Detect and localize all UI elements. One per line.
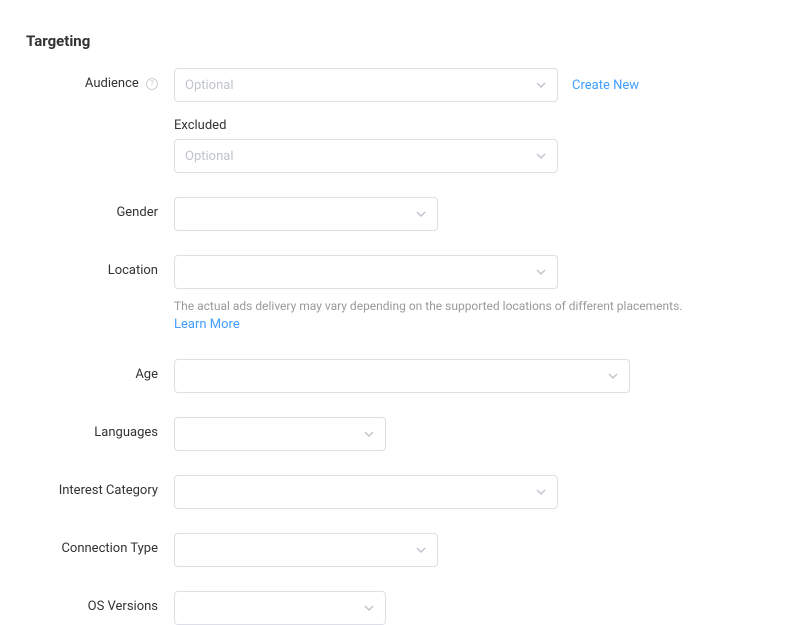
connection-type-label: Connection Type — [24, 533, 174, 556]
location-row: Location The actual ads delivery may var… — [24, 255, 776, 335]
excluded-audience-select[interactable]: Optional — [174, 139, 558, 173]
audience-label-text: Audience — [85, 76, 139, 91]
chevron-down-icon — [607, 370, 619, 382]
gender-row: Gender — [24, 197, 776, 231]
connection-type-controls — [174, 533, 776, 567]
chevron-down-icon — [415, 208, 427, 220]
age-label: Age — [24, 359, 174, 382]
chevron-down-icon — [363, 602, 375, 614]
connection-type-select[interactable] — [174, 533, 438, 567]
gender-select[interactable] — [174, 197, 438, 231]
gender-controls — [174, 197, 776, 231]
location-hint: The actual ads delivery may vary dependi… — [174, 299, 682, 313]
audience-placeholder: Optional — [185, 78, 233, 93]
audience-row: Audience ? Optional Create New Excluded … — [24, 68, 776, 173]
excluded-label: Excluded — [174, 118, 776, 133]
excluded-placeholder: Optional — [185, 149, 233, 164]
chevron-down-icon — [363, 428, 375, 440]
languages-controls — [174, 417, 776, 451]
chevron-down-icon — [535, 150, 547, 162]
help-icon[interactable]: ? — [146, 78, 158, 90]
location-label: Location — [24, 255, 174, 278]
audience-label: Audience ? — [24, 68, 174, 91]
age-row: Age — [24, 359, 776, 393]
connection-type-row: Connection Type — [24, 533, 776, 567]
os-versions-controls — [174, 591, 776, 625]
audience-controls: Optional Create New Excluded Optional — [174, 68, 776, 173]
languages-label: Languages — [24, 417, 174, 440]
audience-select-row: Optional Create New — [174, 68, 776, 102]
interest-category-controls — [174, 475, 776, 509]
age-select[interactable] — [174, 359, 630, 393]
languages-row: Languages — [24, 417, 776, 451]
section-title: Targeting — [26, 32, 776, 50]
create-new-link[interactable]: Create New — [572, 78, 639, 93]
os-versions-select[interactable] — [174, 591, 386, 625]
learn-more-link[interactable]: Learn More — [174, 317, 240, 332]
location-controls: The actual ads delivery may vary dependi… — [174, 255, 776, 335]
os-versions-row: OS Versions — [24, 591, 776, 625]
interest-category-label: Interest Category — [24, 475, 174, 498]
chevron-down-icon — [415, 544, 427, 556]
location-hint-block: The actual ads delivery may vary dependi… — [174, 297, 776, 335]
location-select[interactable] — [174, 255, 558, 289]
languages-select[interactable] — [174, 417, 386, 451]
chevron-down-icon — [535, 79, 547, 91]
age-controls — [174, 359, 776, 393]
targeting-section: Targeting Audience ? Optional Create New… — [24, 32, 776, 625]
audience-select[interactable]: Optional — [174, 68, 558, 102]
os-versions-label: OS Versions — [24, 591, 174, 614]
gender-label: Gender — [24, 197, 174, 220]
chevron-down-icon — [535, 486, 547, 498]
interest-category-select[interactable] — [174, 475, 558, 509]
chevron-down-icon — [535, 266, 547, 278]
interest-category-row: Interest Category — [24, 475, 776, 509]
